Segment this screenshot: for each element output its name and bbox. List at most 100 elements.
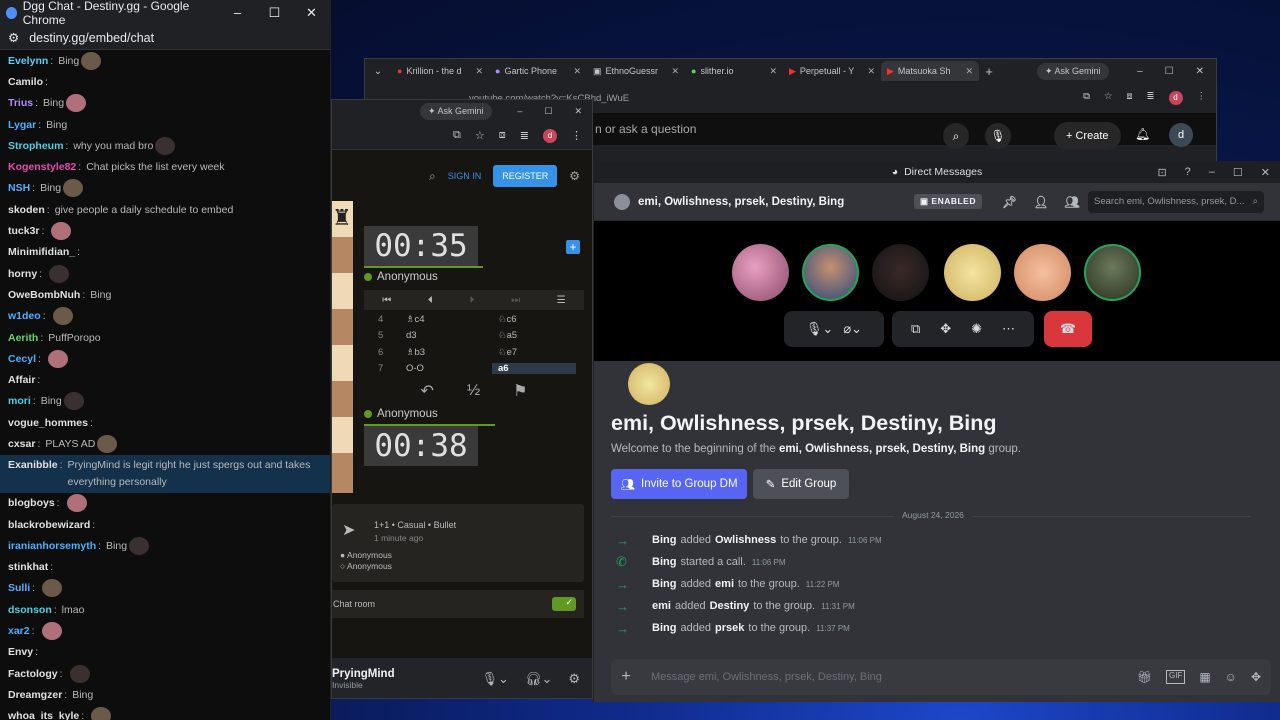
participant-avatar[interactable] (802, 244, 859, 301)
chat-username[interactable]: Trius (8, 97, 33, 109)
notifications-bell-icon[interactable]: 🔔︎ (1135, 127, 1150, 141)
participant-avatar[interactable] (1084, 244, 1141, 301)
close-icon[interactable]: ✕ (769, 66, 777, 77)
add-time-button[interactable]: + (566, 240, 580, 254)
minimize-button[interactable]: – (219, 5, 256, 21)
chat-room-toggle[interactable]: Chat room ✓ (332, 590, 584, 618)
more-options-icon[interactable]: ⋯ (1002, 321, 1015, 337)
maximize-button[interactable]: ☐ (1165, 66, 1174, 77)
pinned-messages-icon[interactable]: 📌︎ (1002, 195, 1017, 209)
next-move-button[interactable]: ⏵ (469, 295, 474, 306)
search-input[interactable]: Search emi, Owlishness, prsek, D... ⌕ (1088, 191, 1264, 213)
ask-gemini-button[interactable]: ✦ Ask Gemini (420, 102, 492, 120)
chat-username[interactable]: Envy (8, 646, 33, 658)
chat-username[interactable]: vogue_hommes (8, 417, 88, 429)
participant-avatar[interactable] (944, 244, 1001, 301)
disconnect-call-button[interactable]: ☎ (1044, 311, 1092, 347)
add-friends-icon[interactable]: 👤︎ (1033, 195, 1048, 209)
chat-username[interactable]: blogboys (8, 497, 55, 509)
new-tab-button[interactable]: + (979, 64, 999, 79)
first-move-button[interactable]: ⏮ (382, 295, 391, 306)
add-attachment-icon[interactable]: + (611, 668, 641, 686)
last-move-button[interactable]: ⏭ (511, 295, 520, 306)
gift-icon[interactable]: 🎁︎ (1137, 670, 1152, 684)
offer-draw-icon[interactable]: ½ (467, 382, 480, 400)
chat-username[interactable]: OweBombNuh (8, 289, 80, 301)
sticker-icon[interactable]: ▦ (1199, 670, 1210, 684)
move-row[interactable]: 7 O-O a6 (364, 360, 584, 376)
close-window-button[interactable]: ✕ (1261, 166, 1270, 179)
chat-username[interactable]: cxsar (8, 438, 35, 450)
chat-username[interactable]: Exanibble (8, 457, 58, 474)
search-icon[interactable]: ⌕ (943, 123, 969, 149)
chat-username[interactable]: NSH (8, 182, 30, 194)
minimize-button[interactable]: – (1209, 166, 1215, 179)
chat-toggle-switch[interactable]: ✓ (552, 597, 576, 611)
chat-username[interactable]: Minimifidian_ (8, 246, 75, 258)
chat-username[interactable]: skoden (8, 204, 45, 216)
maximize-button[interactable]: ☐ (1233, 166, 1243, 179)
resign-flag-icon[interactable]: ⚑ (513, 381, 527, 401)
ask-gemini-button[interactable]: ✦ Ask Gemini (1037, 62, 1109, 80)
minimize-button[interactable]: – (1137, 66, 1143, 77)
profile-avatar[interactable]: d (543, 128, 557, 143)
chat-username[interactable]: Stropheum (8, 140, 63, 152)
register-button[interactable]: REGISTER (493, 165, 558, 187)
chat-username[interactable]: tuck3r (8, 225, 40, 237)
site-info-icon[interactable]: ⚙ (8, 30, 19, 45)
close-icon[interactable]: ✕ (671, 66, 679, 77)
inbox-icon[interactable]: ⊡ (1157, 166, 1166, 179)
settings-gear-icon[interactable]: ⚙ (569, 169, 580, 183)
tab-perpetuall[interactable]: ▶ Perpetuall - Y ✕ (783, 61, 881, 81)
microphone-icon[interactable]: 🎙︎⌄ (482, 671, 509, 687)
extensions-icon[interactable]: ⧈ (1126, 91, 1132, 105)
chat-username[interactable]: xar2 (8, 625, 30, 637)
bookmark-star-icon[interactable]: ☆ (475, 129, 485, 142)
tab-search-icon[interactable]: ⌄ (365, 66, 391, 77)
bookmark-star-icon[interactable]: ☆ (1104, 91, 1113, 105)
gif-icon[interactable]: GIF (1165, 670, 1186, 684)
chat-username[interactable]: Affair (8, 374, 35, 386)
screen-share-icon[interactable]: ⧉ (911, 321, 920, 337)
chat-username[interactable]: Factology (8, 668, 58, 680)
tab-krillion[interactable]: ● Krillion - the d ✕ (391, 61, 489, 81)
create-button[interactable]: + Create (1054, 122, 1121, 150)
chat-username[interactable]: Lygar (8, 119, 36, 131)
participant-avatar[interactable] (732, 244, 789, 301)
tab-gartic[interactable]: ● Gartic Phone ✕ (489, 61, 587, 81)
media-icon[interactable]: ≣ (520, 129, 529, 142)
invite-to-group-dm-button[interactable]: 👥︎ Invite to Group DM (611, 469, 747, 499)
maximize-button[interactable]: ☐ (544, 106, 552, 117)
chat-username[interactable]: mori (8, 395, 31, 407)
chat-username[interactable]: Aerith (8, 332, 38, 344)
close-icon[interactable]: ✕ (475, 66, 483, 77)
close-icon[interactable]: ✕ (573, 66, 581, 77)
chat-username[interactable]: Sulli (8, 582, 30, 594)
activities-icon[interactable]: ✥ (940, 321, 951, 337)
members-icon[interactable]: 👥︎ (1064, 195, 1079, 209)
chat-username[interactable]: dsonson (8, 604, 52, 616)
menu-icon[interactable]: ☰ (557, 295, 566, 306)
microphone-icon[interactable]: 🎙︎⌄ (806, 321, 833, 337)
tab-ethnoguessr[interactable]: ▣ EthnoGuessr ✕ (587, 61, 685, 81)
youtube-search-input[interactable]: n or ask a question (595, 122, 696, 136)
microphone-icon[interactable]: 🎙︎ (985, 123, 1011, 149)
tab-slither[interactable]: ● slither.io ✕ (685, 61, 783, 81)
chat-address-bar[interactable]: ⚙ destiny.gg/embed/chat (0, 26, 330, 50)
screen-share-icon[interactable]: ⧉ (1083, 91, 1090, 105)
close-window-button[interactable]: ✕ (574, 106, 582, 117)
edit-group-button[interactable]: ✎ Edit Group (753, 469, 849, 499)
move-row[interactable]: 5 d3 ♘a5 (364, 327, 584, 343)
account-avatar[interactable]: d (1169, 123, 1193, 147)
chat-username[interactable]: whoa_its_kyle (8, 710, 79, 720)
participant-avatar[interactable] (872, 244, 929, 301)
chat-username[interactable]: Evelynn (8, 55, 48, 67)
chess-board-edge[interactable]: ♜ (332, 201, 353, 493)
move-row[interactable]: 6 ♗b3 ♘e7 (364, 344, 584, 360)
chat-username[interactable]: horny (8, 268, 37, 280)
close-icon[interactable]: ✕ (965, 66, 973, 77)
menu-icon[interactable]: ⋮ (1197, 91, 1207, 105)
search-icon[interactable]: ⌕ (429, 169, 436, 184)
chat-username[interactable]: Camilo (8, 76, 43, 88)
participant-avatar[interactable] (1014, 244, 1071, 301)
